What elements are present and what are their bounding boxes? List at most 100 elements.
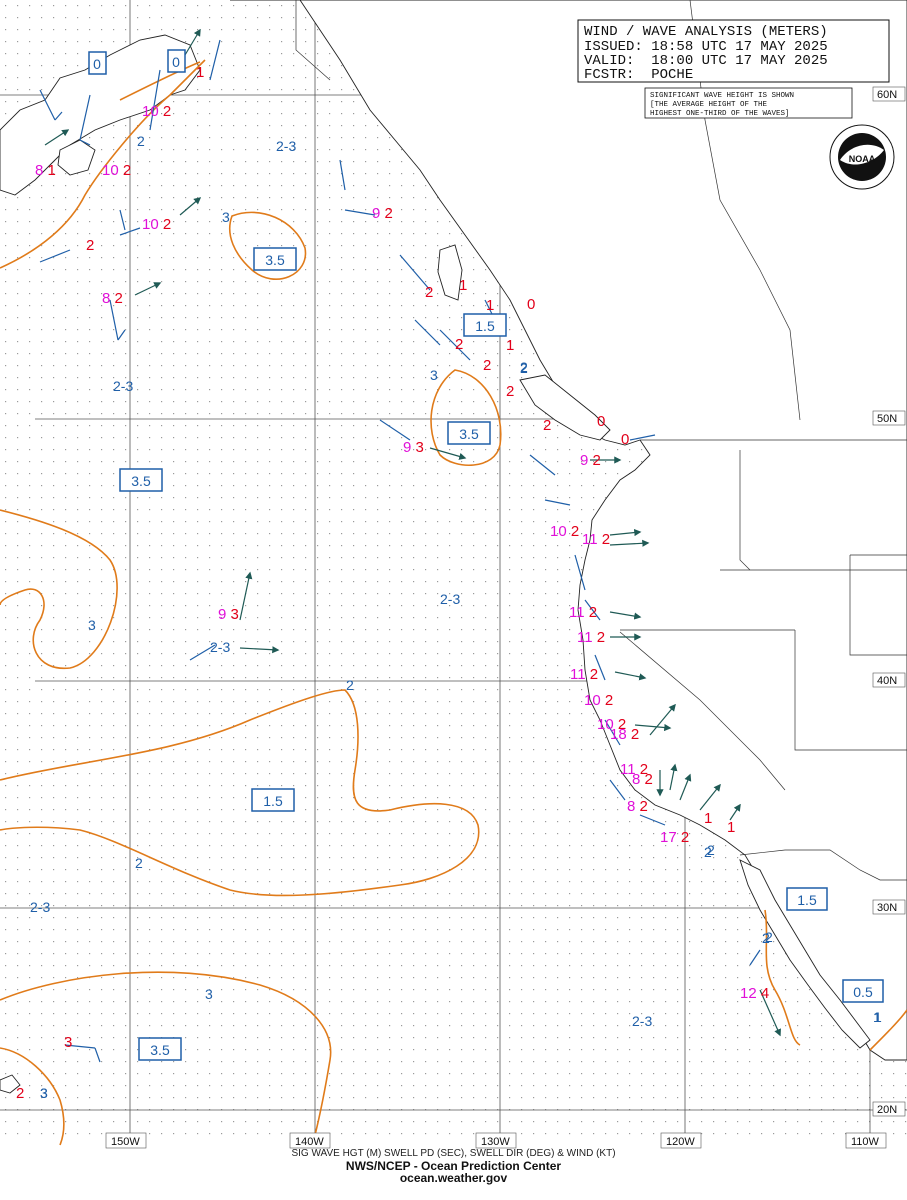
range-label: 2-3 (113, 378, 133, 394)
swell-period: 17 (660, 829, 677, 846)
wave-height: 3 (416, 439, 424, 456)
lat-label: 60N (877, 89, 897, 101)
svg-text:11 2: 11 2 (582, 531, 610, 548)
svg-text:9 3: 9 3 (403, 439, 424, 456)
boxed-value: 3.5 (459, 426, 479, 442)
svg-text:10 2: 10 2 (102, 162, 131, 179)
boxed-value: 1.5 (797, 892, 817, 908)
lat-label: 40N (877, 675, 897, 687)
range-label: 2-3 (632, 1013, 652, 1029)
contour-label: 2 (137, 133, 145, 149)
wave-height: 2 (123, 162, 131, 179)
swell-period: 11 (577, 629, 593, 646)
boxed-value: 3.5 (150, 1042, 170, 1058)
wave-height: 3 (231, 606, 239, 623)
contour-label: 1 (874, 1009, 882, 1025)
svg-text:10 2: 10 2 (550, 523, 579, 540)
footer-website[interactable]: ocean.weather.gov (0, 1172, 907, 1184)
range-label: 2-3 (210, 639, 230, 655)
wave-height: 1 (486, 297, 494, 314)
swell-period: 8 (632, 771, 640, 788)
svg-text:18 2: 18 2 (610, 726, 639, 743)
svg-text:10 2: 10 2 (584, 692, 613, 709)
svg-text:10 2: 10 2 (142, 103, 171, 120)
contour-label: 3 (222, 209, 230, 225)
forecaster: FCSTR: POCHE (584, 67, 693, 83)
swell-period: 11 (582, 531, 598, 548)
wave-height: 2 (590, 666, 598, 683)
svg-text:11 2: 11 2 (569, 604, 597, 621)
wave-height: 2 (605, 692, 613, 709)
contour-label: 3 (205, 986, 213, 1002)
swell-period: 18 (610, 726, 627, 743)
lat-label: 20N (877, 1104, 897, 1116)
swell-period: 10 (142, 103, 159, 120)
contour-label: 2 (346, 677, 354, 693)
swell-period: 9 (372, 205, 380, 222)
wave-height: 0 (527, 296, 535, 313)
wave-height: 1 (459, 277, 467, 294)
contour-label: 2 (520, 359, 528, 375)
swell-period: 9 (580, 452, 588, 469)
contour-label: 3 (40, 1085, 48, 1101)
swell-period: 8 (35, 162, 43, 179)
boxed-value: 3.5 (265, 252, 285, 268)
swell-period: 8 (627, 798, 635, 815)
lon-label: 130W (481, 1136, 510, 1148)
svg-text:11 2: 11 2 (577, 629, 605, 646)
contour-label: 2 (765, 929, 773, 945)
svg-text:8 2: 8 2 (627, 798, 648, 815)
boxed-value: 3.5 (131, 473, 151, 489)
range-label: 2-3 (440, 591, 460, 607)
noaa-logo: NOAA (829, 124, 895, 190)
wave-height: 2 (163, 103, 171, 120)
wave-height: 2 (543, 417, 551, 434)
wave-height: 2 (163, 216, 171, 233)
swell-period: 9 (218, 606, 226, 623)
wave-height: 2 (571, 523, 579, 540)
wave-height: 2 (16, 1085, 24, 1102)
wave-height: 2 (425, 284, 433, 301)
swell-period: 8 (102, 290, 110, 307)
lon-label: 150W (111, 1136, 140, 1148)
wave-height: 2 (506, 383, 514, 400)
contour-label: 3 (430, 367, 438, 383)
lon-label: 110W (851, 1136, 880, 1148)
swell-period: 10 (142, 216, 159, 233)
lon-label: 120W (666, 1136, 695, 1148)
contour-label: 2 (707, 842, 715, 858)
footer: SIG WAVE HGT (M) SWELL PD (SEC), SWELL D… (0, 1148, 907, 1184)
wave-height: 2 (681, 829, 689, 846)
svg-text:8 1: 8 1 (35, 162, 56, 179)
wave-height: 2 (645, 771, 653, 788)
wave-height: 2 (86, 237, 94, 254)
svg-text:12 4: 12 4 (740, 985, 769, 1002)
note-line: HIGHEST ONE-THIRD OF THE WAVES] (650, 110, 790, 118)
wave-height: 2 (115, 290, 123, 307)
wave-height: 2 (455, 336, 463, 353)
swell-period: 11 (569, 604, 585, 621)
wave-height: 4 (761, 985, 769, 1002)
wave-height: 2 (593, 452, 601, 469)
wave-height: 1 (727, 819, 735, 836)
range-label: 2-3 (276, 138, 296, 154)
svg-text:17 2: 17 2 (660, 829, 689, 846)
wave-height: 2 (385, 205, 393, 222)
boxed-value: 0 (93, 56, 101, 72)
logo-text: NOAA (849, 154, 876, 164)
swell-period: 10 (550, 523, 567, 540)
note-line: SIGNIFICANT WAVE HEIGHT IS SHOWN (650, 92, 794, 100)
wave-analysis-map: 0 0 3.5 1.5 3.5 3.5 1.5 1.5 0.5 3.5 2 3 … (0, 0, 907, 1149)
swell-period: 11 (570, 666, 586, 683)
wave-height: 1 (48, 162, 56, 179)
wave-height: 2 (640, 798, 648, 815)
wave-height: 3 (64, 1034, 72, 1051)
boxed-value: 0 (172, 54, 180, 70)
svg-text:11 2: 11 2 (570, 666, 598, 683)
wave-height: 2 (631, 726, 639, 743)
wave-height: 2 (602, 531, 610, 548)
boxed-value: 1.5 (475, 318, 495, 334)
svg-text:10 2: 10 2 (142, 216, 171, 233)
lat-label: 50N (877, 413, 897, 425)
note-line: [THE AVERAGE HEIGHT OF THE (650, 101, 768, 109)
